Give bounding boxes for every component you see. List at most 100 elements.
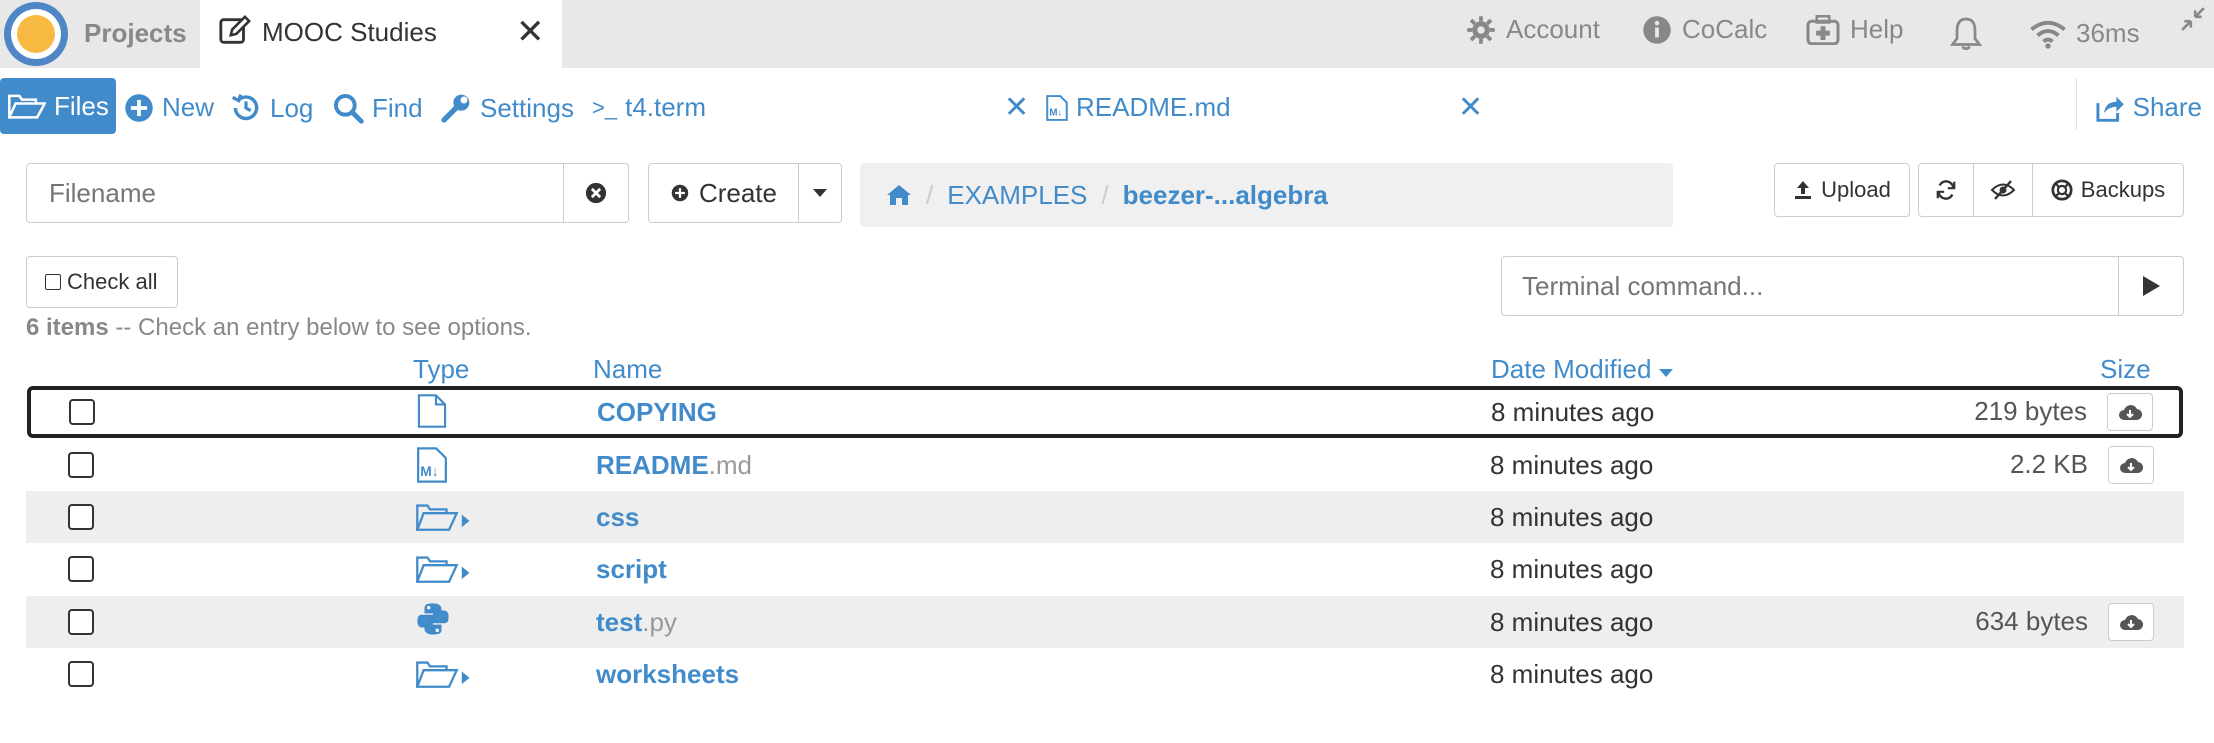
account-label: Account bbox=[1506, 14, 1600, 44]
cocalc-link[interactable]: CoCalc bbox=[1642, 14, 1767, 45]
table-row[interactable]: script 8 minutes ago bbox=[26, 543, 2184, 595]
info-icon bbox=[1643, 15, 1671, 44]
hidden-files-toggle[interactable] bbox=[1973, 163, 2033, 217]
row-checkbox[interactable] bbox=[68, 452, 94, 478]
files-label: Files bbox=[54, 90, 109, 121]
svg-text:M↓: M↓ bbox=[1049, 107, 1062, 118]
status-line: 6 items -- Check an entry below to see o… bbox=[26, 314, 532, 342]
backups-button[interactable]: Backups bbox=[2032, 163, 2184, 217]
share-button[interactable]: Share bbox=[2093, 92, 2202, 123]
create-button[interactable]: Create bbox=[648, 163, 800, 223]
file-name[interactable]: script bbox=[596, 554, 667, 585]
date-column-header[interactable]: Date Modified bbox=[1491, 354, 1673, 385]
share-label: Share bbox=[2132, 92, 2202, 122]
file-icon bbox=[417, 394, 447, 433]
bell-icon[interactable] bbox=[1948, 16, 1984, 52]
create-label: Create bbox=[698, 177, 777, 208]
download-button[interactable] bbox=[2108, 446, 2154, 484]
cocalc-logo[interactable] bbox=[4, 2, 68, 66]
file-size: 2.2 KB bbox=[2009, 449, 2088, 479]
file-date: 8 minutes ago bbox=[1490, 659, 1654, 689]
plus-circle-icon bbox=[125, 93, 153, 122]
plus-circle-icon bbox=[671, 184, 689, 202]
download-button[interactable] bbox=[2107, 393, 2153, 431]
table-row[interactable]: M↓ README.md 8 minutes ago 2.2 KB bbox=[26, 439, 2184, 491]
find-tab[interactable]: Find bbox=[332, 92, 423, 124]
help-link[interactable]: Help bbox=[1806, 14, 1903, 45]
close-terminal-tab-icon[interactable]: ✕ bbox=[1004, 90, 1029, 125]
connection-status[interactable]: 36ms bbox=[2030, 18, 2140, 49]
table-row[interactable]: test.py 8 minutes ago 634 bytes bbox=[26, 596, 2184, 648]
row-checkbox[interactable] bbox=[68, 661, 94, 687]
check-all-label: Check all bbox=[67, 269, 158, 294]
breadcrumb-examples[interactable]: EXAMPLES bbox=[947, 180, 1087, 211]
eye-slash-icon bbox=[1990, 180, 2016, 200]
help-label: Help bbox=[1850, 14, 1904, 44]
gear-icon bbox=[1467, 15, 1495, 44]
top-bar: Projects MOOC Studies ✕ Account CoCalc H… bbox=[0, 0, 2214, 68]
name-column-header[interactable]: Name bbox=[593, 354, 662, 385]
readme-file-tab[interactable]: M↓ README.md bbox=[1046, 92, 1231, 123]
upload-button[interactable]: Upload bbox=[1774, 163, 1910, 217]
file-size: 634 bytes bbox=[1975, 606, 2088, 636]
file-date: 8 minutes ago bbox=[1490, 450, 1654, 480]
terminal-file-tab[interactable]: >_ t4.term bbox=[592, 92, 706, 123]
filename-input[interactable] bbox=[26, 163, 564, 223]
terminal-command-input[interactable] bbox=[1501, 256, 2119, 316]
row-checkbox[interactable] bbox=[68, 609, 94, 635]
breadcrumb-current[interactable]: beezer-...algebra bbox=[1123, 180, 1328, 211]
file-name[interactable]: worksheets bbox=[596, 659, 739, 690]
project-tab-mooc-studies[interactable]: MOOC Studies ✕ bbox=[200, 0, 562, 68]
row-checkbox[interactable] bbox=[68, 556, 94, 582]
row-checkbox[interactable] bbox=[68, 504, 94, 530]
medkit-icon bbox=[1806, 14, 1840, 45]
markdown-icon: M↓ bbox=[416, 447, 448, 488]
search-icon bbox=[334, 94, 364, 124]
item-count: 6 items bbox=[26, 314, 109, 341]
file-name[interactable]: README.md bbox=[596, 450, 752, 481]
run-command-button[interactable] bbox=[2118, 256, 2184, 316]
file-date: 8 minutes ago bbox=[1490, 554, 1654, 584]
table-row[interactable]: worksheets 8 minutes ago bbox=[26, 648, 2184, 700]
close-project-tab-icon[interactable]: ✕ bbox=[516, 12, 545, 52]
type-column-header[interactable]: Type bbox=[413, 354, 469, 385]
table-row[interactable]: css 8 minutes ago bbox=[26, 491, 2184, 543]
cocalc-label: CoCalc bbox=[1682, 14, 1768, 44]
files-tab[interactable]: Files bbox=[0, 78, 116, 134]
clear-filename-button[interactable] bbox=[563, 163, 629, 223]
date-column-label: Date Modified bbox=[1491, 354, 1652, 384]
create-dropdown-button[interactable] bbox=[798, 163, 842, 223]
folder-icon bbox=[415, 553, 472, 590]
size-column-header[interactable]: Size bbox=[2100, 354, 2151, 385]
new-tab[interactable]: New bbox=[124, 92, 214, 123]
log-tab[interactable]: Log bbox=[230, 92, 313, 124]
file-name[interactable]: test.py bbox=[596, 607, 677, 638]
compress-icon[interactable] bbox=[2180, 6, 2206, 32]
project-tab-label: MOOC Studies bbox=[262, 17, 437, 47]
close-readme-tab-icon[interactable]: ✕ bbox=[1458, 90, 1483, 125]
settings-tab[interactable]: Settings bbox=[440, 92, 574, 124]
markdown-file-icon: M↓ bbox=[1046, 94, 1068, 121]
home-icon[interactable] bbox=[886, 184, 912, 206]
file-name[interactable]: css bbox=[596, 502, 639, 533]
file-name[interactable]: COPYING bbox=[597, 397, 717, 428]
row-checkbox[interactable] bbox=[69, 399, 95, 425]
share-icon bbox=[2096, 96, 2124, 122]
file-size: 219 bytes bbox=[1974, 396, 2087, 426]
folder-icon bbox=[415, 658, 472, 695]
upload-icon bbox=[1795, 181, 1812, 199]
download-button[interactable] bbox=[2108, 603, 2154, 641]
log-label: Log bbox=[270, 92, 314, 123]
account-link[interactable]: Account bbox=[1466, 14, 1600, 45]
projects-tab[interactable]: Projects bbox=[84, 18, 187, 49]
table-row[interactable]: COPYING 8 minutes ago 219 bytes bbox=[27, 386, 2183, 438]
breadcrumb-separator: / bbox=[1101, 179, 1109, 210]
times-circle-icon bbox=[585, 182, 607, 204]
python-icon bbox=[416, 602, 450, 641]
refresh-button[interactable] bbox=[1918, 163, 1974, 217]
backups-label: Backups bbox=[2080, 177, 2166, 202]
folder-icon bbox=[415, 501, 472, 538]
caret-down-icon bbox=[813, 189, 827, 197]
wrench-icon bbox=[441, 94, 470, 123]
check-all-button[interactable]: Check all bbox=[26, 256, 178, 308]
